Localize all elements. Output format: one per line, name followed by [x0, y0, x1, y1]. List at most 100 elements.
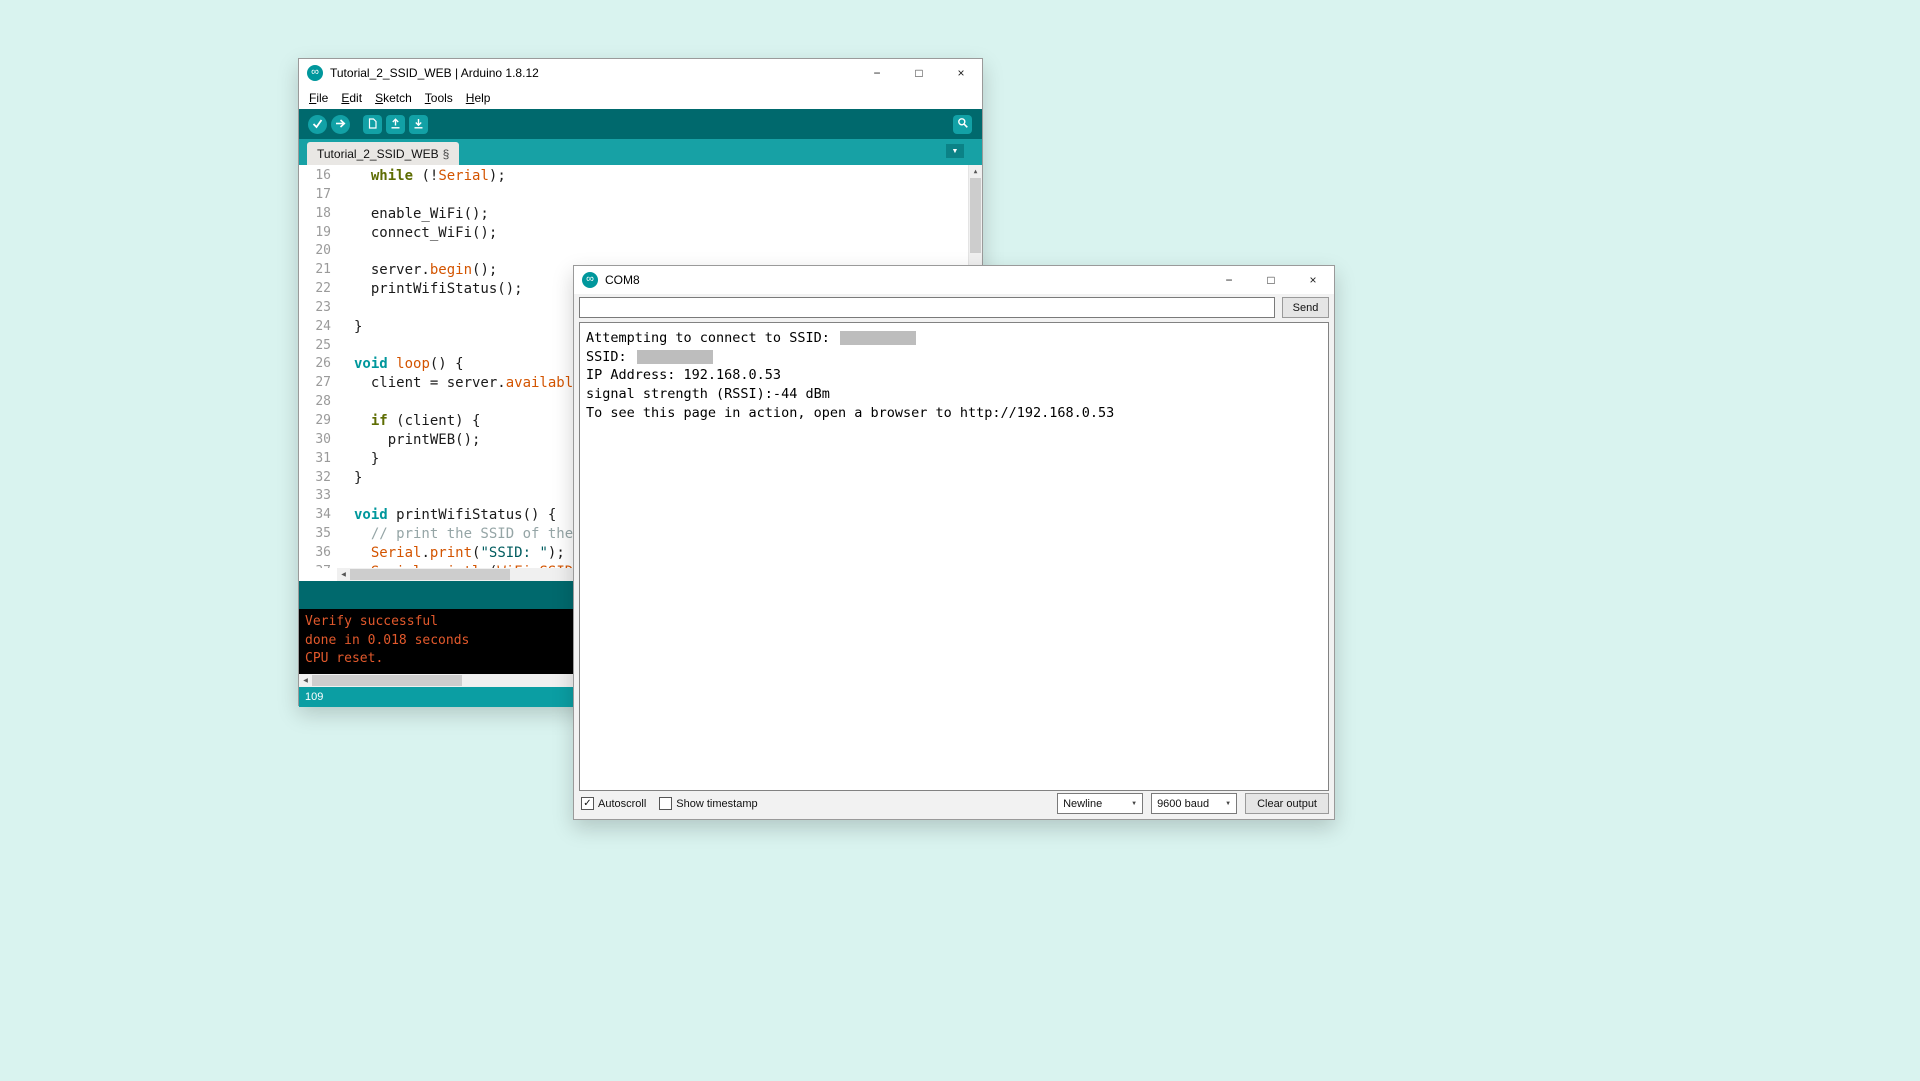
- chevron-down-icon: ▼: [1215, 801, 1231, 807]
- serial-monitor-right-controls: Newline ▼ 9600 baud ▼ Clear output: [1057, 793, 1329, 814]
- minimize-button[interactable]: −: [856, 59, 898, 87]
- minimize-button[interactable]: −: [1208, 266, 1250, 294]
- line-number: 30: [299, 431, 331, 450]
- line-number: 34: [299, 506, 331, 525]
- checkbox-icon[interactable]: [659, 797, 672, 810]
- tab-label: Tutorial_2_SSID_WEB: [317, 147, 439, 161]
- serial-output-line: signal strength (RSSI):-44 dBm: [586, 385, 1322, 404]
- tab-modified-marker: §: [443, 147, 450, 161]
- save-icon: [413, 117, 424, 132]
- line-number: 31: [299, 450, 331, 469]
- tab-tutorial-2-ssid-web[interactable]: Tutorial_2_SSID_WEB §: [307, 142, 459, 165]
- menu-sketch[interactable]: Sketch: [370, 89, 417, 107]
- line-number: 28: [299, 393, 331, 412]
- tab-list-button[interactable]: ▼: [946, 144, 964, 158]
- menu-help[interactable]: Help: [461, 89, 496, 107]
- save-button[interactable]: [409, 115, 428, 134]
- serial-monitor-icon: [957, 117, 969, 132]
- line-number: 29: [299, 412, 331, 431]
- line-ending-select[interactable]: Newline ▼: [1057, 793, 1143, 814]
- tab-bar: Tutorial_2_SSID_WEB § ▼: [299, 139, 982, 165]
- serial-input[interactable]: [579, 297, 1275, 318]
- scroll-left-icon[interactable]: ◀: [299, 674, 312, 687]
- code-line-18: 18 enable_WiFi();: [299, 205, 968, 224]
- window-controls: − □ ×: [1208, 266, 1334, 294]
- line-number: 23: [299, 299, 331, 318]
- line-number: 25: [299, 337, 331, 356]
- horizontal-scroll-thumb[interactable]: [350, 569, 510, 580]
- line-number: 35: [299, 525, 331, 544]
- serial-output-line: Attempting to connect to SSID:: [586, 329, 1322, 348]
- menubar: FileEditSketchToolsHelp: [299, 87, 982, 109]
- verify-icon: [312, 117, 323, 132]
- maximize-button[interactable]: □: [898, 59, 940, 87]
- line-number: 19: [299, 224, 331, 243]
- serial-monitor-controls: ✓ Autoscroll Show timestamp Newline ▼ 96…: [581, 793, 1329, 814]
- serial-output-line: SSID:: [586, 348, 1322, 367]
- serial-output[interactable]: Attempting to connect to SSID: SSID: IP …: [579, 322, 1329, 791]
- line-number: 33: [299, 487, 331, 506]
- console-scroll-thumb[interactable]: [312, 675, 462, 686]
- arduino-titlebar[interactable]: ∞ Tutorial_2_SSID_WEB | Arduino 1.8.12 −…: [299, 59, 982, 87]
- menu-tools[interactable]: Tools: [420, 89, 458, 107]
- vertical-scroll-thumb[interactable]: [970, 178, 981, 253]
- code-line-17: 17: [299, 186, 968, 205]
- scroll-left-icon[interactable]: ◀: [337, 568, 350, 581]
- send-button[interactable]: Send: [1282, 297, 1329, 318]
- show-timestamp-label: Show timestamp: [676, 798, 757, 810]
- maximize-button[interactable]: □: [1250, 266, 1292, 294]
- code-line-16: 16 while (!Serial);: [299, 167, 968, 186]
- close-button[interactable]: ×: [1292, 266, 1334, 294]
- open-button[interactable]: [386, 115, 405, 134]
- line-number: 16: [299, 167, 331, 186]
- arduino-window-title: Tutorial_2_SSID_WEB | Arduino 1.8.12: [330, 66, 539, 80]
- checkbox-icon[interactable]: ✓: [581, 797, 594, 810]
- line-number: 26: [299, 355, 331, 374]
- clear-output-button[interactable]: Clear output: [1245, 793, 1329, 814]
- upload-icon: [335, 117, 346, 132]
- autoscroll-checkbox[interactable]: ✓ Autoscroll: [581, 797, 646, 810]
- line-number: 24: [299, 318, 331, 337]
- open-icon: [390, 117, 401, 132]
- redacted-ssid: [637, 350, 713, 364]
- arduino-logo-icon: ∞: [582, 272, 598, 288]
- arduino-logo-icon: ∞: [307, 65, 323, 81]
- serial-output-line: To see this page in action, open a brows…: [586, 404, 1322, 423]
- scroll-up-icon[interactable]: ▲: [969, 165, 982, 178]
- serial-monitor-button[interactable]: [953, 115, 972, 134]
- send-row: Send: [579, 297, 1329, 318]
- serial-monitor-body: Send Attempting to connect to SSID: SSID…: [574, 294, 1334, 819]
- serial-output-line: IP Address: 192.168.0.53: [586, 366, 1322, 385]
- chevron-down-icon: ▼: [952, 148, 959, 155]
- close-button[interactable]: ×: [940, 59, 982, 87]
- menu-file[interactable]: File: [304, 89, 333, 107]
- baud-rate-select[interactable]: 9600 baud ▼: [1151, 793, 1237, 814]
- line-ending-value: Newline: [1063, 798, 1102, 810]
- code-line-20: 20: [299, 242, 968, 261]
- line-number: 18: [299, 205, 331, 224]
- cursor-line-indicator: 109: [305, 691, 323, 703]
- line-number: 36: [299, 544, 331, 563]
- baud-rate-value: 9600 baud: [1157, 798, 1209, 810]
- upload-button[interactable]: [331, 115, 350, 134]
- redacted-ssid: [840, 331, 916, 345]
- new-sketch-button[interactable]: [363, 115, 382, 134]
- verify-button[interactable]: [308, 115, 327, 134]
- serial-monitor-title: COM8: [605, 273, 640, 287]
- code-line-19: 19 connect_WiFi();: [299, 224, 968, 243]
- line-number: 22: [299, 280, 331, 299]
- line-number: 17: [299, 186, 331, 205]
- new-sketch-icon: [367, 117, 378, 132]
- chevron-down-icon: ▼: [1121, 801, 1137, 807]
- toolbar: [299, 109, 982, 139]
- serial-monitor-window: ∞ COM8 − □ × Send Attempting to connect …: [573, 265, 1335, 820]
- window-controls: − □ ×: [856, 59, 982, 87]
- line-number: 20: [299, 242, 331, 261]
- show-timestamp-checkbox[interactable]: Show timestamp: [659, 797, 757, 810]
- menu-edit[interactable]: Edit: [336, 89, 367, 107]
- line-number: 27: [299, 374, 331, 393]
- line-number: 21: [299, 261, 331, 280]
- line-number: 32: [299, 469, 331, 488]
- autoscroll-label: Autoscroll: [598, 798, 646, 810]
- serial-monitor-titlebar[interactable]: ∞ COM8 − □ ×: [574, 266, 1334, 294]
